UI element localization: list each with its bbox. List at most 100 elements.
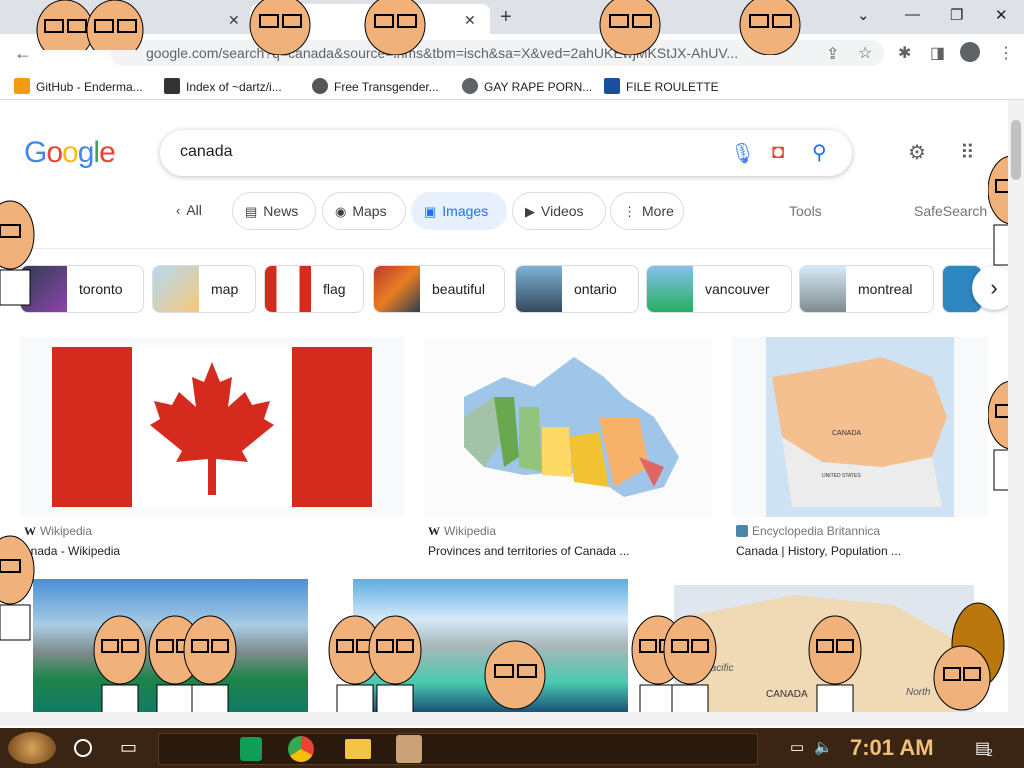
new-tab-button[interactable]: + [500, 6, 512, 29]
search-icon[interactable]: ⚲ [812, 140, 827, 165]
chip-flag[interactable]: flag [264, 265, 364, 313]
camera-icon[interactable]: ◘ [772, 141, 784, 164]
network-icon[interactable]: ▭ [790, 738, 804, 756]
chip-label: toronto [79, 281, 123, 297]
safesearch-button[interactable]: SafeSearch [914, 203, 987, 219]
start-button[interactable] [8, 732, 56, 764]
result-title[interactable]: anada - Wikipedia [24, 544, 120, 558]
result-image-provinces[interactable] [424, 337, 712, 517]
profile-avatar[interactable] [960, 42, 980, 62]
filter-news[interactable]: ▤ News [232, 192, 316, 230]
filter-maps[interactable]: ◉ Maps [322, 192, 406, 230]
menu-icon[interactable]: ⋮ [998, 43, 1014, 63]
extensions-icon[interactable]: ✱ [898, 43, 911, 63]
chip-vancouver[interactable]: vancouver [646, 265, 792, 313]
bookmark-star-icon[interactable]: ☆ [858, 43, 872, 63]
side-panel-icon[interactable]: ◨ [930, 43, 945, 63]
chip-label: vancouver [705, 281, 770, 297]
minimize-button[interactable]: — [905, 6, 920, 23]
bookmark-item[interactable]: GitHub - Enderma... [14, 78, 143, 94]
bookmark-label: Index of ~dartz/i... [186, 80, 282, 94]
hank-hill-cursor [599, 0, 801, 55]
filter-images[interactable]: ▣ Images [411, 192, 507, 230]
hank-hill-cursor [933, 602, 1005, 711]
scrollbar-thumb[interactable] [1011, 120, 1021, 180]
close-window-button[interactable]: ✕ [995, 6, 1008, 24]
result-source[interactable]: Encyclopedia Britannica [736, 524, 880, 538]
chip-label: ontario [574, 281, 617, 297]
hank-hill-cursor [0, 200, 35, 306]
chip-thumbnail [153, 266, 199, 312]
chip-thumbnail [800, 266, 846, 312]
bookmark-label: FILE ROULETTE [626, 80, 719, 94]
microphone-icon[interactable]: 🎙 [730, 141, 755, 166]
ph-icon [14, 78, 30, 94]
result-image-flag[interactable] [20, 337, 404, 517]
canada-flag-image [52, 347, 372, 507]
share-icon[interactable]: ⇪ [826, 44, 839, 64]
chip-beautiful[interactable]: beautiful [373, 265, 505, 313]
gear-icon[interactable]: ⚙ [908, 140, 926, 165]
chip-map[interactable]: map [152, 265, 256, 313]
result-source[interactable]: W Wikipedia [428, 524, 496, 539]
divider [0, 248, 1024, 249]
filter-label: Images [442, 203, 489, 219]
horizontal-scrollbar[interactable] [0, 712, 1008, 726]
bookmark-label: Free Transgender... [334, 80, 439, 94]
source-label: Encyclopedia Britannica [752, 524, 881, 538]
restore-button[interactable]: ❐ [950, 6, 963, 24]
chip-toronto[interactable]: toronto [20, 265, 144, 313]
source-label: Wikipedia [444, 524, 497, 538]
cortana-icon[interactable] [74, 739, 92, 757]
britannica-map-image: CANADA UNITED STATES [766, 337, 954, 517]
bookmark-item[interactable]: GAY RAPE PORN... [462, 78, 592, 94]
chip-montreal[interactable]: montreal [799, 265, 934, 313]
filter-label: All [186, 202, 202, 218]
task-view-icon[interactable]: ▭ [120, 737, 137, 758]
filter-videos[interactable]: ▶ Videos [512, 192, 606, 230]
wikipedia-icon: W [428, 524, 440, 538]
hank-hill-cursor [249, 0, 426, 55]
source-label: Wikipedia [40, 524, 93, 538]
map-pin-icon: ◉ [335, 204, 347, 219]
hank-hill-cursor-group [631, 615, 862, 725]
bookmark-item[interactable]: FILE ROULETTE [604, 78, 719, 94]
hank-hill-cursor-group [93, 615, 237, 725]
apps-grid-icon[interactable]: ⠿ [960, 140, 975, 165]
filter-more[interactable]: ⋮ More [610, 192, 684, 230]
chip-thumbnail [374, 266, 420, 312]
filter-all[interactable]: ‹ All [164, 192, 226, 230]
result-title[interactable]: Provinces and territories of Canada ... [428, 544, 629, 558]
bookmark-item[interactable]: Index of ~dartz/i... [164, 78, 282, 94]
news-icon: ▤ [245, 204, 258, 219]
vertical-scrollbar[interactable] [1008, 100, 1024, 726]
hank-hill-cursor-group [328, 615, 546, 725]
chip-thumbnail [516, 266, 562, 312]
chip-label: flag [323, 281, 346, 297]
chip-ontario[interactable]: ontario [515, 265, 639, 313]
filter-label: News [263, 203, 299, 219]
file-explorer-icon[interactable] [345, 739, 371, 759]
bookmark-item[interactable]: Free Transgender... [312, 78, 439, 94]
result-title[interactable]: Canada | History, Population ... [736, 544, 901, 558]
chip-label: beautiful [432, 281, 485, 297]
volume-muted-icon[interactable]: 🔈 [814, 738, 833, 756]
search-input[interactable]: canada [180, 143, 233, 161]
sheets-icon[interactable] [240, 737, 262, 761]
chrome-icon[interactable] [288, 736, 314, 762]
more-vert-icon: ⋮ [623, 204, 636, 219]
result-image-britannica[interactable]: CANADA UNITED STATES [732, 337, 988, 517]
google-logo[interactable]: Google [24, 136, 116, 170]
app-icon[interactable] [396, 735, 422, 763]
tab-search-button[interactable]: ⌄ [857, 6, 870, 24]
chip-thumbnail [647, 266, 693, 312]
tab-close-icon[interactable]: ✕ [228, 12, 240, 29]
filter-label: More [642, 203, 674, 219]
britannica-icon [736, 525, 748, 537]
clock[interactable]: 7:01 AM [850, 735, 934, 761]
chip-thumbnail [265, 266, 311, 312]
tools-button[interactable]: Tools [789, 203, 822, 219]
fr-icon [604, 78, 620, 94]
hank-hill-cursor [36, 0, 144, 50]
site-icon [312, 78, 328, 94]
